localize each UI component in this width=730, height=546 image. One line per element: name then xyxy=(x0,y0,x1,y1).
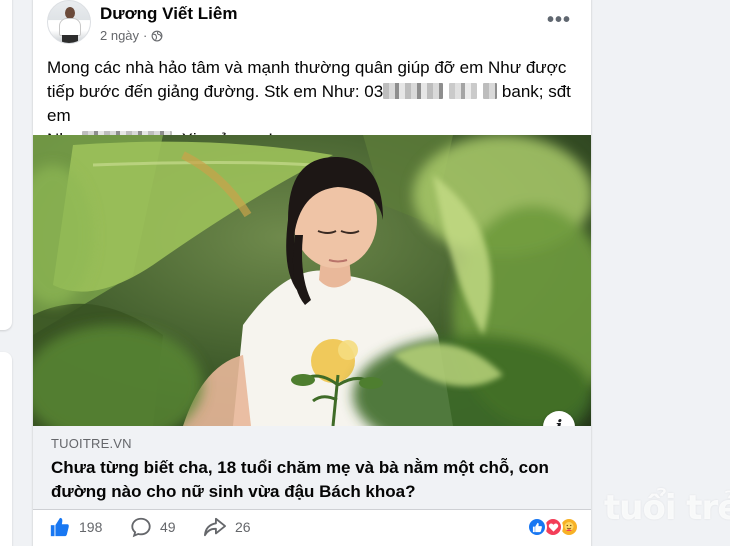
comment-stat[interactable]: 49 xyxy=(130,516,176,538)
redacted-account-number xyxy=(449,83,478,99)
share-count: 26 xyxy=(235,519,251,535)
meta-separator: · xyxy=(143,28,148,43)
redacted-account-number xyxy=(383,83,444,99)
tuoitre-watermark-logo: tuổi trẻ xyxy=(604,488,730,528)
link-title[interactable]: Chưa từng biết cha, 18 tuổi chăm mẹ và b… xyxy=(51,456,571,504)
author-avatar[interactable] xyxy=(47,0,91,44)
facebook-post: Dương Viết Liêm 2 ngày · ••• Mong các nh… xyxy=(33,0,591,546)
like-reaction-icon xyxy=(527,517,547,537)
comment-icon xyxy=(131,517,151,538)
redacted-account-number xyxy=(483,83,498,99)
engagement-bar: 198 49 26 xyxy=(33,514,591,546)
link-preview-image[interactable] xyxy=(33,135,591,426)
share-stat[interactable]: 26 xyxy=(203,516,251,538)
author-name[interactable]: Dương Viết Liêm xyxy=(100,4,237,24)
more-options-button[interactable]: ••• xyxy=(547,10,571,30)
globe-icon[interactable] xyxy=(151,30,163,42)
post-meta: 2 ngày · xyxy=(100,28,163,43)
comment-count: 49 xyxy=(160,519,176,535)
post-time[interactable]: 2 ngày xyxy=(100,28,139,43)
adjacent-card xyxy=(0,352,12,546)
link-domain: TUOITRE.VN xyxy=(51,436,132,451)
share-icon xyxy=(204,517,226,537)
post-text-line: Mong các nhà hảo tâm và mạnh thường quân… xyxy=(47,58,567,77)
reaction-summary[interactable] xyxy=(527,517,579,537)
like-count: 198 xyxy=(79,519,103,535)
link-preview[interactable]: TUOITRE.VN Chưa từng biết cha, 18 tuổi c… xyxy=(33,426,591,510)
student-photo xyxy=(33,135,591,426)
adjacent-card xyxy=(0,0,12,330)
post-text-line: tiếp bước đến giảng đường. Stk em Như: 0… xyxy=(47,82,571,125)
like-stat[interactable]: 198 xyxy=(49,516,102,538)
thumbs-up-icon xyxy=(50,517,69,537)
